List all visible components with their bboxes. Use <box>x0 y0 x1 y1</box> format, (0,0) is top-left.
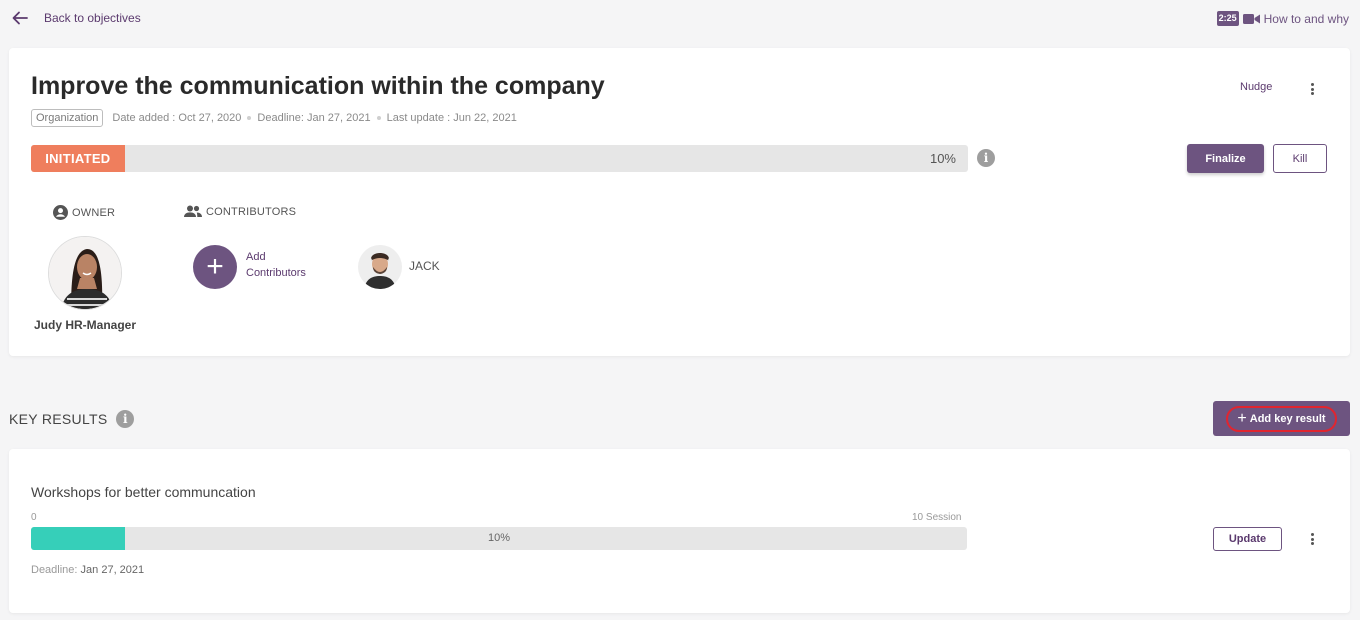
owner-name: Judy HR-Manager <box>33 318 137 332</box>
add-contributors-button[interactable]: + <box>193 245 237 289</box>
add-key-result-button[interactable]: + Add key result <box>1213 401 1350 436</box>
add-contributors-link[interactable]: Add Contributors <box>246 249 306 281</box>
contributor-photo <box>358 245 402 289</box>
deadline-value: Jan 27, 2021 <box>80 564 145 576</box>
owner-avatar[interactable] <box>48 236 122 310</box>
separator-dot <box>247 116 252 120</box>
video-duration-badge: 2:25 <box>1216 11 1239 26</box>
owner-heading: OWNER <box>53 205 115 220</box>
contributors-heading-label: CONTRIBUTORS <box>206 205 297 218</box>
kill-button[interactable]: Kill <box>1273 144 1327 173</box>
key-results-heading: KEY RESULTS i <box>9 410 135 428</box>
add-contributors-label-1: Add <box>246 251 266 263</box>
back-label: Back to objectives <box>44 11 141 25</box>
owner-photo <box>49 237 121 309</box>
objective-progress-percent: 10% <box>929 151 956 166</box>
contributors-heading: CONTRIBUTORS <box>184 205 296 218</box>
more-options-icon[interactable] <box>1306 81 1318 97</box>
back-to-objectives-link[interactable]: Back to objectives <box>11 9 141 27</box>
highlight-ring: + Add key result <box>1226 405 1337 432</box>
top-bar: Back to objectives 2:25 How to and why <box>0 0 1360 38</box>
update-button[interactable]: Update <box>1213 527 1282 551</box>
objective-meta: Organization Date added : Oct 27, 2020 D… <box>31 109 517 127</box>
objective-progress-bar: INITIATED 10% <box>31 145 968 172</box>
key-result-min: 0 <box>31 512 37 523</box>
info-icon[interactable]: i <box>977 149 995 167</box>
plus-icon: + <box>1237 409 1247 427</box>
contributor-name: JACK <box>409 259 440 273</box>
plus-icon: + <box>206 250 224 283</box>
date-added: Date added : Oct 27, 2020 <box>112 112 242 124</box>
objective-card: Improve the communication within the com… <box>9 48 1350 356</box>
key-result-card: Workshops for better communcation 0 10 S… <box>9 449 1350 613</box>
owner-heading-label: OWNER <box>72 206 116 219</box>
separator-dot <box>376 116 381 120</box>
key-result-max: 10 Session <box>912 512 962 523</box>
arrow-left-icon <box>12 11 28 25</box>
contributor-avatar[interactable] <box>358 245 402 289</box>
more-options-icon[interactable] <box>1306 531 1318 547</box>
user-circle-icon <box>53 205 68 220</box>
deadline: Deadline: Jan 27, 2021 <box>257 112 371 124</box>
add-contributors-label-2: Contributors <box>246 267 306 279</box>
add-key-result-label: Add key result <box>1249 412 1326 425</box>
info-icon[interactable]: i <box>116 410 135 428</box>
key-result-progress-bar: 10% <box>31 527 967 550</box>
video-camera-icon <box>1242 13 1260 24</box>
finalize-button[interactable]: Finalize <box>1187 144 1264 173</box>
key-result-progress-percent: 10% <box>487 532 511 544</box>
key-results-heading-label: KEY RESULTS <box>9 411 108 427</box>
last-update: Last update : Jun 22, 2021 <box>386 112 517 124</box>
status-label: INITIATED <box>31 145 125 172</box>
people-icon <box>184 205 202 217</box>
objective-type-tag: Organization <box>31 109 104 127</box>
key-result-name: Workshops for better communcation <box>31 484 256 500</box>
how-to-and-why-link[interactable]: 2:25 How to and why <box>1216 11 1349 26</box>
objective-title: Improve the communication within the com… <box>31 72 605 100</box>
nudge-button[interactable]: Nudge <box>1240 81 1272 93</box>
howto-label: How to and why <box>1263 11 1349 26</box>
deadline-label: Deadline: <box>31 564 78 576</box>
key-result-deadline: Deadline: Jan 27, 2021 <box>31 564 144 576</box>
